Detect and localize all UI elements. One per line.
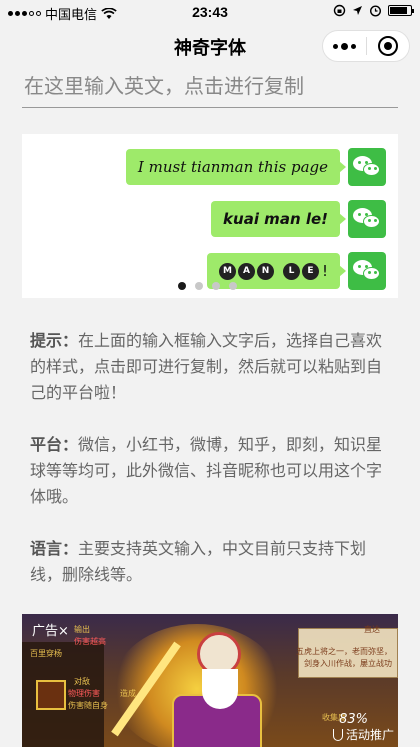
ad-text: 对敌	[74, 677, 90, 686]
tip-label: 平台：	[30, 435, 79, 454]
style-bubble[interactable]: kuai man le!	[211, 201, 346, 237]
wechat-icon	[348, 148, 386, 186]
circled-letter: L	[282, 262, 300, 280]
language-paragraph: 语言：主要支持英文输入，中文目前只支持下划线，删除线等。	[30, 536, 392, 588]
location-arrow-icon	[353, 6, 362, 15]
nav-bar: 神奇字体	[0, 24, 420, 68]
promo-icon	[332, 728, 343, 741]
input-container	[22, 64, 398, 108]
circled-letter: E	[301, 262, 319, 280]
tip-text: 主要支持英文输入，中文目前只支持下划线，删除线等。	[30, 539, 367, 584]
status-bar: 中国电信 23:43	[0, 0, 420, 24]
alarm-icon	[369, 5, 382, 17]
ad-label: 广告×	[32, 620, 69, 639]
tip-label: 语言：	[30, 539, 79, 558]
more-button[interactable]	[323, 31, 366, 61]
ad-hero-beard	[202, 669, 238, 709]
tip-text: 微信，小红书，微博，知乎，即刻，知识星球等等均可，此外微信、抖音昵称也可以用这个…	[30, 435, 383, 506]
more-dots-icon	[332, 42, 356, 50]
rotation-lock-icon	[333, 4, 346, 17]
carousel-dot[interactable]	[195, 282, 203, 290]
ad-close-button[interactable]: ×	[58, 624, 69, 639]
ad-skill-avatar	[36, 680, 66, 710]
ad-promo-link[interactable]: 活动推广	[332, 726, 394, 743]
miniprogram-capsule	[322, 30, 410, 62]
text-input[interactable]	[22, 64, 398, 107]
circled-letter: M	[218, 262, 236, 280]
carousel-dot[interactable]	[178, 282, 186, 290]
ad-text: 五虎上将之一，老而弥坚，	[296, 647, 392, 656]
ad-text: 剑身入川作战，屡立战功	[304, 659, 392, 668]
sample-text: I must tianman this page	[137, 158, 328, 176]
circled-letter: N	[256, 262, 274, 280]
ad-text: 造成	[120, 689, 136, 698]
style-option[interactable]: I must tianman this page	[125, 148, 386, 186]
carousel-dot[interactable]	[229, 282, 237, 290]
wechat-icon	[348, 200, 386, 238]
ad-text: 百里穿杨	[30, 649, 62, 658]
ad-text: 输出	[74, 625, 90, 634]
carousel-indicators	[178, 282, 237, 290]
style-option[interactable]: kuai man le!	[211, 200, 386, 238]
ad-label-text: 广告	[32, 624, 59, 639]
tip-label: 提示：	[30, 331, 79, 350]
sample-suffix: !	[321, 262, 328, 280]
platform-paragraph: 平台：微信，小红书，微博，知乎，即刻，知识星球等等均可，此外微信、抖音昵称也可以…	[30, 432, 392, 510]
ad-text: 物理伤害	[68, 689, 100, 698]
tip-text: 在上面的输入框输入文字后，选择自己喜欢的样式，点击即可进行复制，然后就可以粘贴到…	[30, 331, 383, 402]
wechat-icon	[348, 252, 386, 290]
tip-paragraph: 提示：在上面的输入框输入文字后，选择自己喜欢的样式，点击即可进行复制，然后就可以…	[30, 328, 392, 406]
circled-letter: A	[237, 262, 255, 280]
ad-banner[interactable]: 广告× 输出 伤害越高 百里穿杨 物理伤害 伤害随自身 造成 对敌 直达 五虎上…	[22, 614, 398, 747]
sample-text: kuai man le!	[223, 210, 328, 228]
ad-text: 伤害随自身	[68, 701, 108, 710]
close-button[interactable]	[367, 31, 410, 61]
ad-text: 伤害越高	[74, 637, 106, 646]
style-carousel[interactable]: I must tianman this page kuai man le! M …	[22, 134, 398, 298]
circled-sample-text: M A N L E	[218, 262, 319, 280]
ad-promo-text: 活动推广	[345, 728, 394, 742]
ad-text: 直达	[364, 625, 380, 634]
ad-percent: 83%	[339, 712, 368, 727]
status-right	[333, 4, 414, 17]
style-bubble[interactable]: I must tianman this page	[125, 149, 347, 185]
target-circle-icon	[377, 36, 398, 56]
battery-icon	[388, 5, 414, 16]
carousel-dot[interactable]	[212, 282, 220, 290]
